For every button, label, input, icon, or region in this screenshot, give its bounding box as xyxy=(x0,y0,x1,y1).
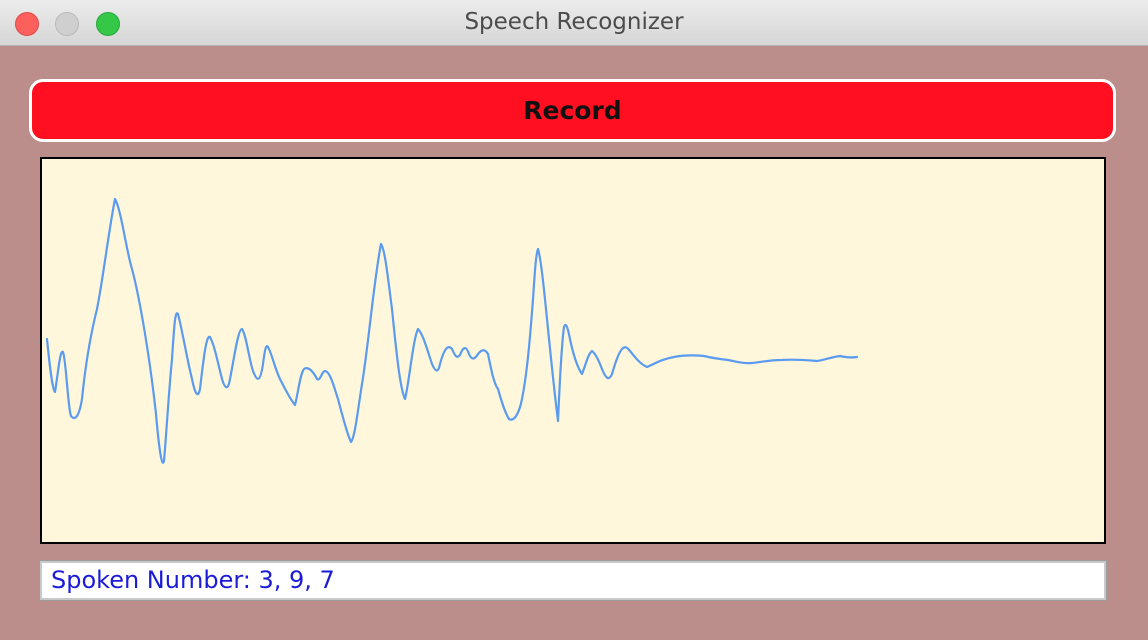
audio-waveform-line xyxy=(45,197,859,464)
waveform-display xyxy=(40,157,1106,544)
app-window: Speech Recognizer Record Spoken Number: … xyxy=(0,0,1148,640)
window-title: Speech Recognizer xyxy=(464,9,684,35)
waveform-graphic xyxy=(45,197,859,464)
spoken-number-output[interactable]: Spoken Number: 3, 9, 7 xyxy=(39,560,1107,601)
title-bar[interactable]: Speech Recognizer xyxy=(0,0,1148,46)
record-button[interactable]: Record xyxy=(29,79,1116,142)
